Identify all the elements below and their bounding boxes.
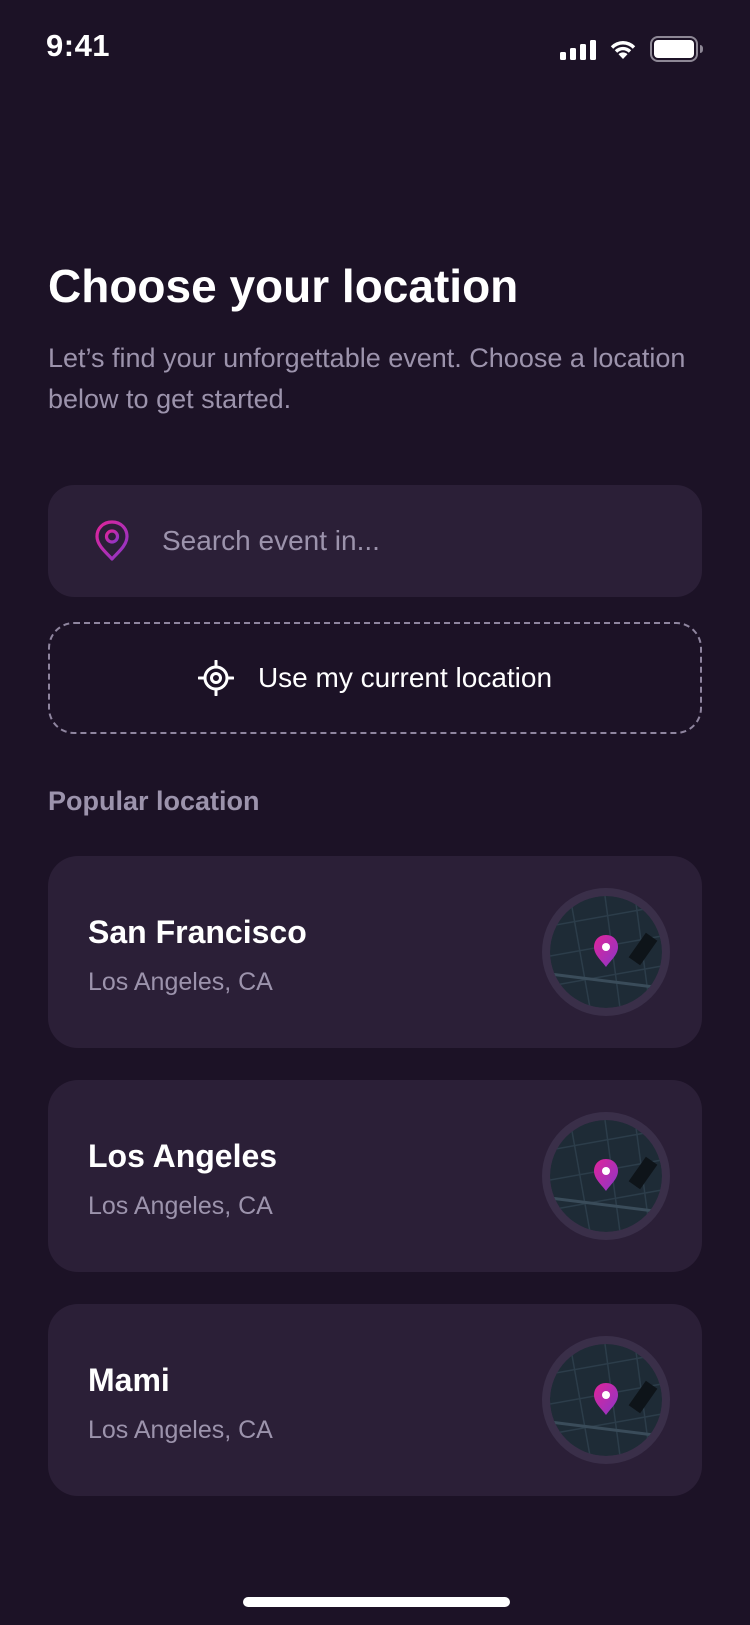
location-card-los-angeles[interactable]: Los Angeles Los Angeles, CA xyxy=(48,1080,702,1272)
page-title: Choose your location xyxy=(48,260,519,312)
map-thumbnail xyxy=(542,1112,670,1240)
cellular-signal-icon xyxy=(560,38,596,60)
location-card-mami[interactable]: Mami Los Angeles, CA xyxy=(48,1304,702,1496)
section-title-popular: Popular location xyxy=(48,786,260,816)
home-indicator[interactable] xyxy=(243,1597,510,1607)
search-box[interactable] xyxy=(48,485,702,597)
search-input[interactable] xyxy=(162,511,702,571)
wifi-icon xyxy=(608,38,638,60)
location-subtitle: Los Angeles, CA xyxy=(88,1192,273,1220)
location-card-san-francisco[interactable]: San Francisco Los Angeles, CA xyxy=(48,856,702,1048)
status-bar: 9:41 xyxy=(0,0,750,96)
current-location-label: Use my current location xyxy=(257,662,553,693)
location-subtitle: Los Angeles, CA xyxy=(88,968,273,996)
target-icon xyxy=(197,660,234,696)
status-time: 9:41 xyxy=(46,28,111,63)
map-thumbnail xyxy=(542,888,670,1016)
page-subtitle: Let’s find your unforgettable event. Cho… xyxy=(48,343,686,414)
status-icons xyxy=(560,36,704,62)
map-thumbnail xyxy=(542,1336,670,1464)
location-name: Los Angeles xyxy=(88,1138,278,1174)
battery-icon xyxy=(650,36,704,62)
location-subtitle: Los Angeles, CA xyxy=(88,1416,273,1444)
popular-location-list: San Francisco Los Angeles, CA Los Angele… xyxy=(48,856,702,1528)
map-pin-icon xyxy=(95,520,129,561)
location-name: San Francisco xyxy=(88,914,307,950)
location-name: Mami xyxy=(88,1362,170,1398)
use-current-location-button[interactable]: Use my current location xyxy=(48,622,702,734)
location-screen: 9:41 Choose your location Let’s find you… xyxy=(0,0,750,1625)
